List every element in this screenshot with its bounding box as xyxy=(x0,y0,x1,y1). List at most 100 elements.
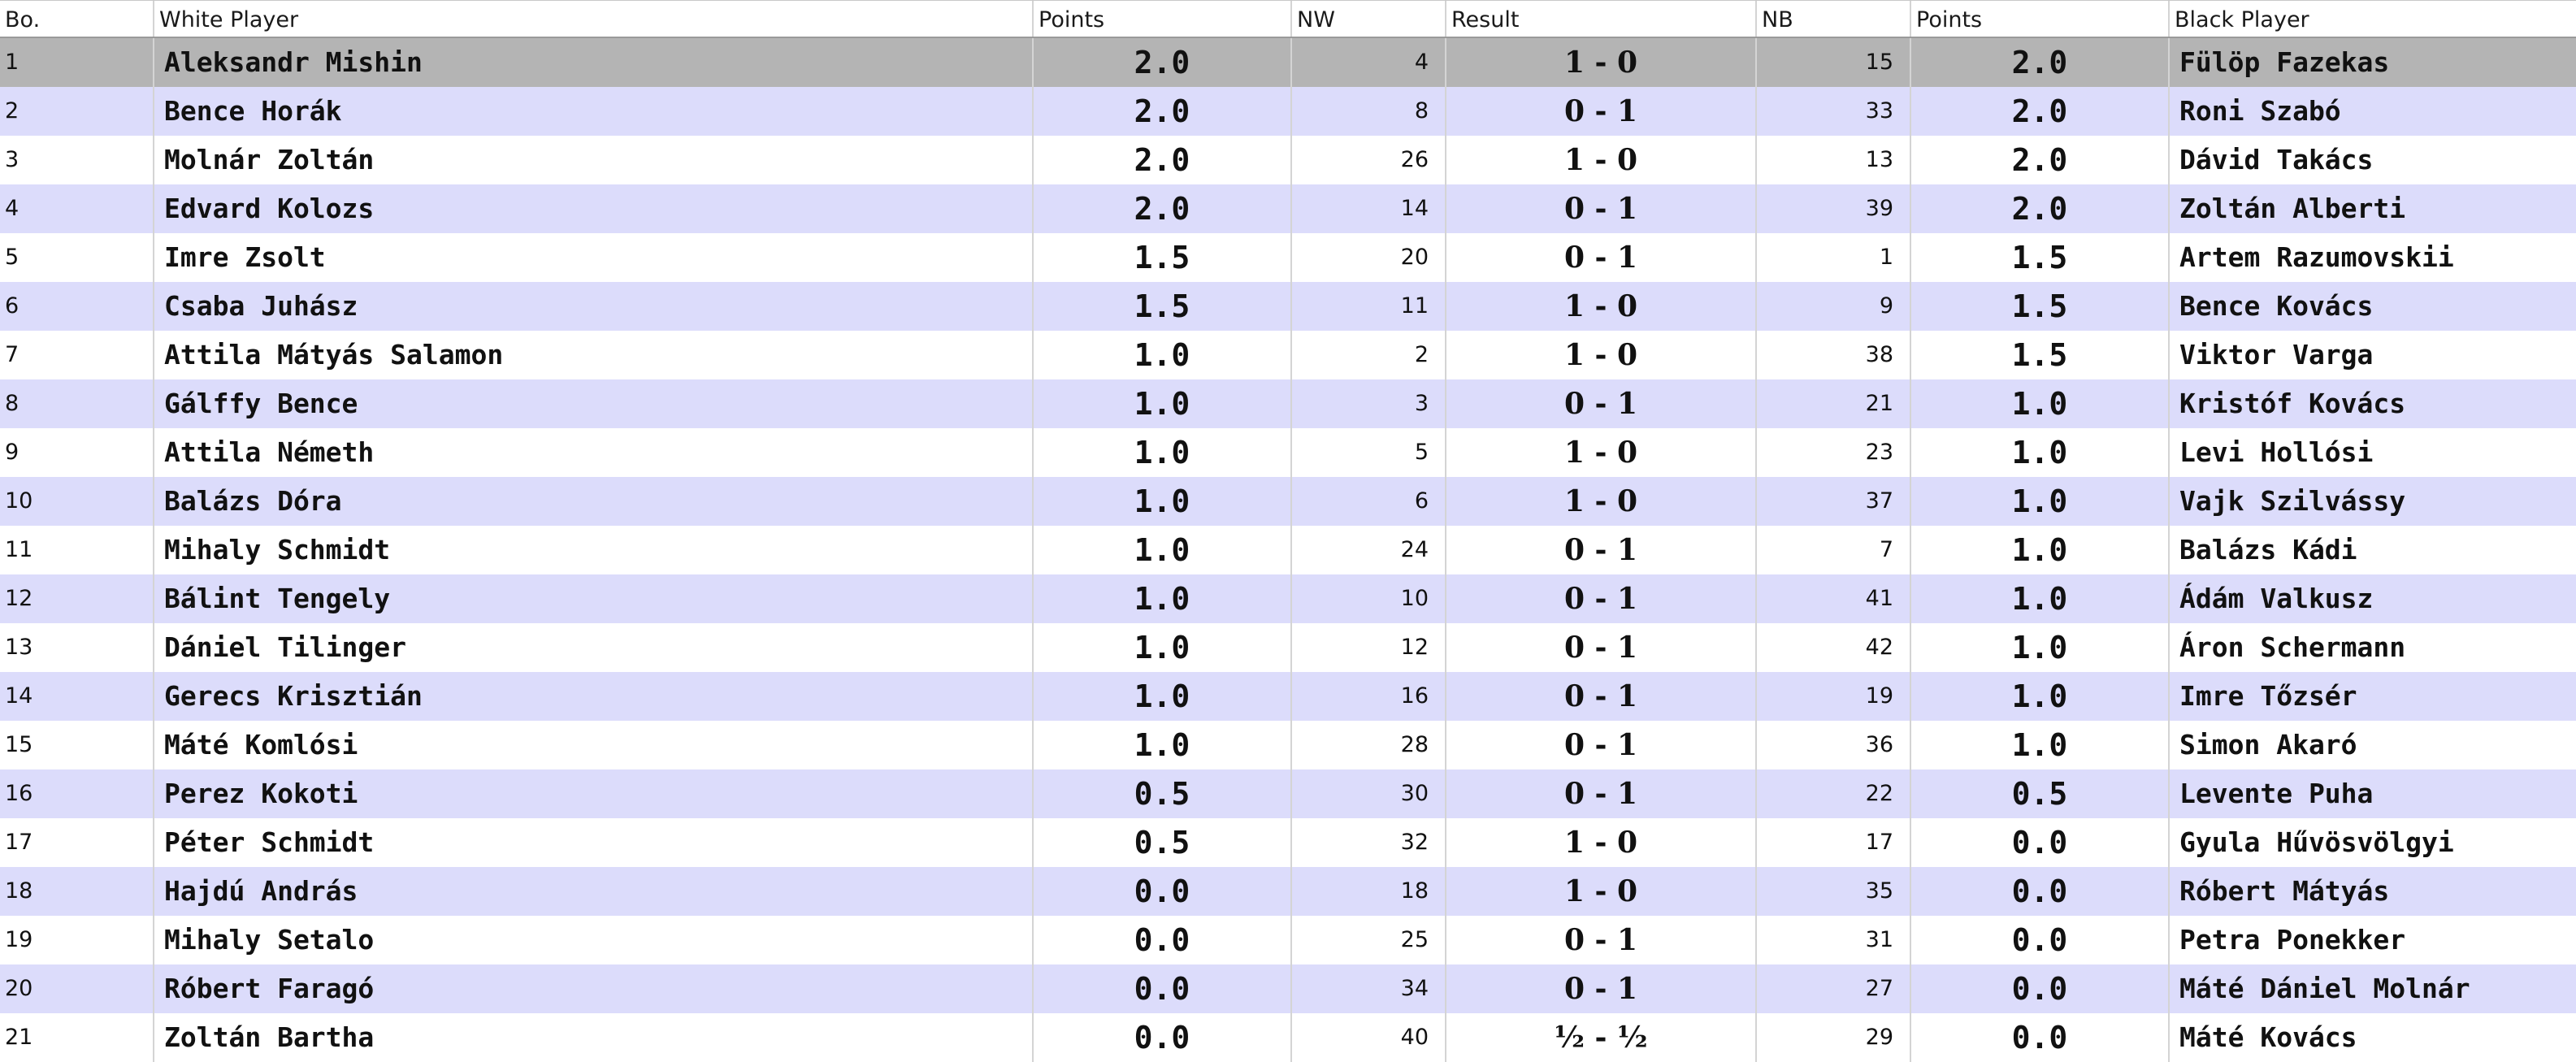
cell-result[interactable]: 1 - 0 xyxy=(1446,867,1757,916)
cell-board[interactable]: 11 xyxy=(0,526,154,574)
cell-white-player[interactable]: Bence Horák xyxy=(154,87,1034,136)
cell-nb[interactable]: 36 xyxy=(1757,721,1911,769)
cell-black-points[interactable]: 1.0 xyxy=(1911,721,2170,769)
cell-board[interactable]: 6 xyxy=(0,282,154,331)
cell-black-points[interactable]: 1.0 xyxy=(1911,379,2170,428)
cell-result[interactable]: 0 - 1 xyxy=(1446,233,1757,282)
cell-black-player[interactable]: Dávid Takács xyxy=(2170,136,2576,184)
cell-nw[interactable]: 26 xyxy=(1292,136,1446,184)
table-row[interactable]: 3 Molnár Zoltán 2.0 26 1 - 0 13 2.0 Dávid Takác… xyxy=(0,136,2576,184)
cell-board[interactable]: 21 xyxy=(0,1013,154,1062)
cell-black-points[interactable]: 2.0 xyxy=(1911,87,2170,136)
cell-white-points[interactable]: 0.0 xyxy=(1034,867,1292,916)
cell-nw[interactable]: 8 xyxy=(1292,87,1446,136)
cell-result[interactable]: 1 - 0 xyxy=(1446,818,1757,867)
cell-nw[interactable]: 12 xyxy=(1292,623,1446,672)
table-row[interactable]: 15 Máté Komlósi 1.0 28 0 - 1 36 1.0 Simon Akaró xyxy=(0,721,2576,769)
cell-black-player[interactable]: Ádám Valkusz xyxy=(2170,574,2576,623)
column-header-black-player[interactable]: Black Player xyxy=(2170,1,2576,37)
cell-black-points[interactable]: 2.0 xyxy=(1911,38,2170,87)
cell-black-player[interactable]: Máté Kovács xyxy=(2170,1013,2576,1062)
cell-result[interactable]: 0 - 1 xyxy=(1446,721,1757,769)
table-row[interactable]: 5 Imre Zsolt 1.5 20 0 - 1 1 1.5 Artem Razumovsk… xyxy=(0,233,2576,282)
cell-board[interactable]: 8 xyxy=(0,379,154,428)
cell-result[interactable]: 0 - 1 xyxy=(1446,574,1757,623)
cell-white-player[interactable]: Imre Zsolt xyxy=(154,233,1034,282)
cell-nw[interactable]: 3 xyxy=(1292,379,1446,428)
cell-black-points[interactable]: 1.5 xyxy=(1911,282,2170,331)
cell-white-points[interactable]: 1.0 xyxy=(1034,526,1292,574)
cell-white-points[interactable]: 1.0 xyxy=(1034,379,1292,428)
cell-nb[interactable]: 17 xyxy=(1757,818,1911,867)
table-row[interactable]: 9 Attila Németh 1.0 5 1 - 0 23 1.0 Levi Hollósi xyxy=(0,428,2576,477)
cell-result[interactable]: 1 - 0 xyxy=(1446,428,1757,477)
cell-result[interactable]: 0 - 1 xyxy=(1446,526,1757,574)
cell-nw[interactable]: 25 xyxy=(1292,916,1446,964)
cell-black-points[interactable]: 2.0 xyxy=(1911,184,2170,233)
cell-white-points[interactable]: 1.0 xyxy=(1034,477,1292,526)
cell-white-player[interactable]: Edvard Kolozs xyxy=(154,184,1034,233)
cell-nb[interactable]: 33 xyxy=(1757,87,1911,136)
table-row[interactable]: 20 Róbert Faragó 0.0 34 0 - 1 27 0.0 Máté Dánie… xyxy=(0,964,2576,1013)
cell-black-player[interactable]: Levente Puha xyxy=(2170,769,2576,818)
cell-result[interactable]: 0 - 1 xyxy=(1446,623,1757,672)
table-row[interactable]: 14 Gerecs Krisztián 1.0 16 0 - 1 19 1.0 Imre Tő… xyxy=(0,672,2576,721)
cell-board[interactable]: 14 xyxy=(0,672,154,721)
cell-nb[interactable]: 9 xyxy=(1757,282,1911,331)
table-row[interactable]: 11 Mihaly Schmidt 1.0 24 0 - 1 7 1.0 Balázs Kád… xyxy=(0,526,2576,574)
cell-nb[interactable]: 15 xyxy=(1757,38,1911,87)
cell-white-player[interactable]: Hajdú András xyxy=(154,867,1034,916)
cell-nb[interactable]: 41 xyxy=(1757,574,1911,623)
cell-white-player[interactable]: Aleksandr Mishin xyxy=(154,38,1034,87)
cell-white-points[interactable]: 2.0 xyxy=(1034,136,1292,184)
cell-black-player[interactable]: Levi Hollósi xyxy=(2170,428,2576,477)
cell-board[interactable]: 13 xyxy=(0,623,154,672)
cell-white-points[interactable]: 1.0 xyxy=(1034,721,1292,769)
cell-result[interactable]: 1 - 0 xyxy=(1446,136,1757,184)
cell-white-player[interactable]: Mihaly Setalo xyxy=(154,916,1034,964)
cell-black-points[interactable]: 0.0 xyxy=(1911,964,2170,1013)
cell-black-player[interactable]: Máté Dániel Molnár xyxy=(2170,964,2576,1013)
table-row[interactable]: 4 Edvard Kolozs 2.0 14 0 - 1 39 2.0 Zoltán Albe… xyxy=(0,184,2576,233)
column-header-board[interactable]: Bo. xyxy=(0,1,154,37)
cell-board[interactable]: 1 xyxy=(0,38,154,87)
cell-result[interactable]: 0 - 1 xyxy=(1446,184,1757,233)
cell-nb[interactable]: 21 xyxy=(1757,379,1911,428)
column-header-white-player[interactable]: White Player xyxy=(154,1,1034,37)
cell-nw[interactable]: 30 xyxy=(1292,769,1446,818)
cell-nw[interactable]: 5 xyxy=(1292,428,1446,477)
cell-black-points[interactable]: 1.5 xyxy=(1911,233,2170,282)
cell-black-points[interactable]: 1.0 xyxy=(1911,623,2170,672)
cell-nb[interactable]: 31 xyxy=(1757,916,1911,964)
cell-nw[interactable]: 16 xyxy=(1292,672,1446,721)
cell-black-player[interactable]: Bence Kovács xyxy=(2170,282,2576,331)
cell-nw[interactable]: 11 xyxy=(1292,282,1446,331)
cell-white-player[interactable]: Máté Komlósi xyxy=(154,721,1034,769)
cell-black-points[interactable]: 0.0 xyxy=(1911,867,2170,916)
column-header-black-points[interactable]: Points xyxy=(1911,1,2170,37)
cell-black-player[interactable]: Balázs Kádi xyxy=(2170,526,2576,574)
table-row[interactable]: 21 Zoltán Bartha 0.0 40 ½ - ½ 29 0.0 Máté Kovác… xyxy=(0,1013,2576,1062)
cell-black-player[interactable]: Kristóf Kovács xyxy=(2170,379,2576,428)
cell-black-player[interactable]: Simon Akaró xyxy=(2170,721,2576,769)
cell-white-points[interactable]: 0.5 xyxy=(1034,818,1292,867)
cell-white-player[interactable]: Perez Kokoti xyxy=(154,769,1034,818)
column-header-nw[interactable]: NW xyxy=(1292,1,1446,37)
cell-white-player[interactable]: Gerecs Krisztián xyxy=(154,672,1034,721)
cell-result[interactable]: 0 - 1 xyxy=(1446,916,1757,964)
cell-black-player[interactable]: Vajk Szilvássy xyxy=(2170,477,2576,526)
cell-black-points[interactable]: 1.5 xyxy=(1911,331,2170,379)
cell-result[interactable]: ½ - ½ xyxy=(1446,1013,1757,1062)
cell-black-player[interactable]: Roni Szabó xyxy=(2170,87,2576,136)
cell-black-player[interactable]: Gyula Hűvösvölgyi xyxy=(2170,818,2576,867)
cell-nb[interactable]: 39 xyxy=(1757,184,1911,233)
table-row[interactable]: 2 Bence Horák 2.0 8 0 - 1 33 2.0 Roni Szabó xyxy=(0,87,2576,136)
table-row[interactable]: 16 Perez Kokoti 0.5 30 0 - 1 22 0.5 Levente Puh… xyxy=(0,769,2576,818)
cell-nw[interactable]: 6 xyxy=(1292,477,1446,526)
table-row[interactable]: 1 Aleksandr Mishin 2.0 4 1 - 0 15 2.0 Fülöp Faz… xyxy=(0,38,2576,87)
cell-nb[interactable]: 37 xyxy=(1757,477,1911,526)
cell-board[interactable]: 7 xyxy=(0,331,154,379)
cell-white-player[interactable]: Gálffy Bence xyxy=(154,379,1034,428)
cell-white-player[interactable]: Molnár Zoltán xyxy=(154,136,1034,184)
cell-result[interactable]: 0 - 1 xyxy=(1446,769,1757,818)
